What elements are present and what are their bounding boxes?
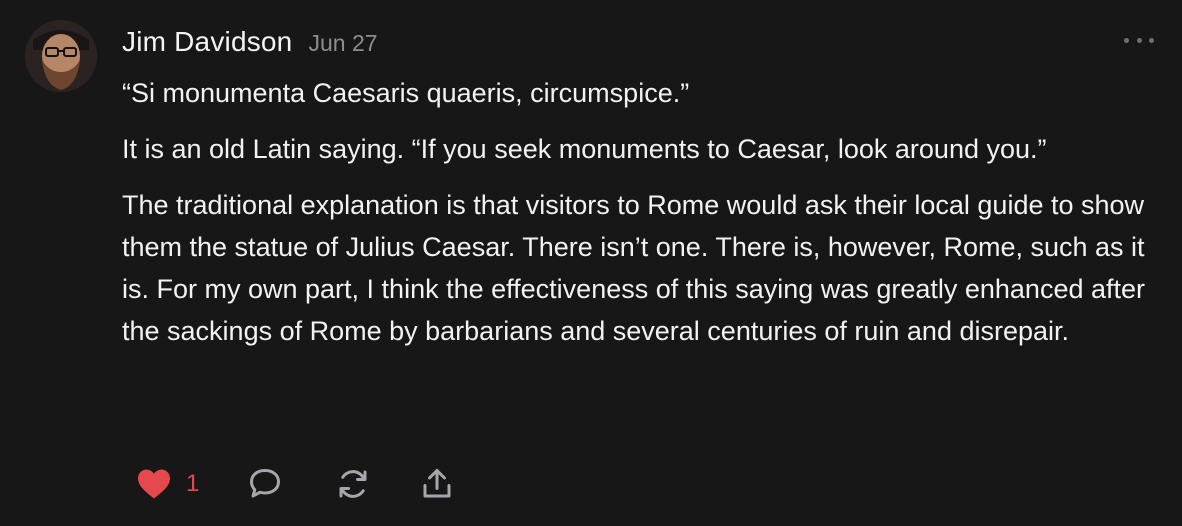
share-icon	[419, 466, 455, 502]
post-paragraph: The traditional explanation is that visi…	[122, 190, 1146, 346]
avatar-image	[25, 20, 97, 92]
restack-button[interactable]	[335, 466, 371, 502]
post-paragraph: “Si monumenta Caesaris quaeris, circumsp…	[122, 78, 690, 108]
note-post: Jim Davidson Jun 27 “Si monumenta Caesar…	[0, 0, 1182, 526]
more-options-button[interactable]	[1124, 30, 1154, 50]
like-count: 1	[186, 470, 200, 497]
post-header: Jim Davidson Jun 27	[122, 26, 378, 58]
comment-button[interactable]	[247, 466, 283, 502]
share-button[interactable]	[419, 466, 455, 502]
post-date[interactable]: Jun 27	[308, 30, 377, 57]
post-actions: 1	[136, 466, 455, 502]
comment-icon	[247, 466, 283, 502]
author-name[interactable]: Jim Davidson	[122, 26, 292, 58]
post-paragraph: It is an old Latin saying. “If you seek …	[122, 134, 1047, 164]
heart-icon	[136, 468, 172, 500]
restack-icon	[335, 466, 371, 502]
like-button[interactable]: 1	[136, 468, 199, 500]
more-horizontal-icon	[1124, 37, 1129, 43]
post-body: “Si monumenta Caesaris quaeris, circumsp…	[122, 72, 1162, 366]
author-avatar[interactable]	[25, 20, 97, 92]
